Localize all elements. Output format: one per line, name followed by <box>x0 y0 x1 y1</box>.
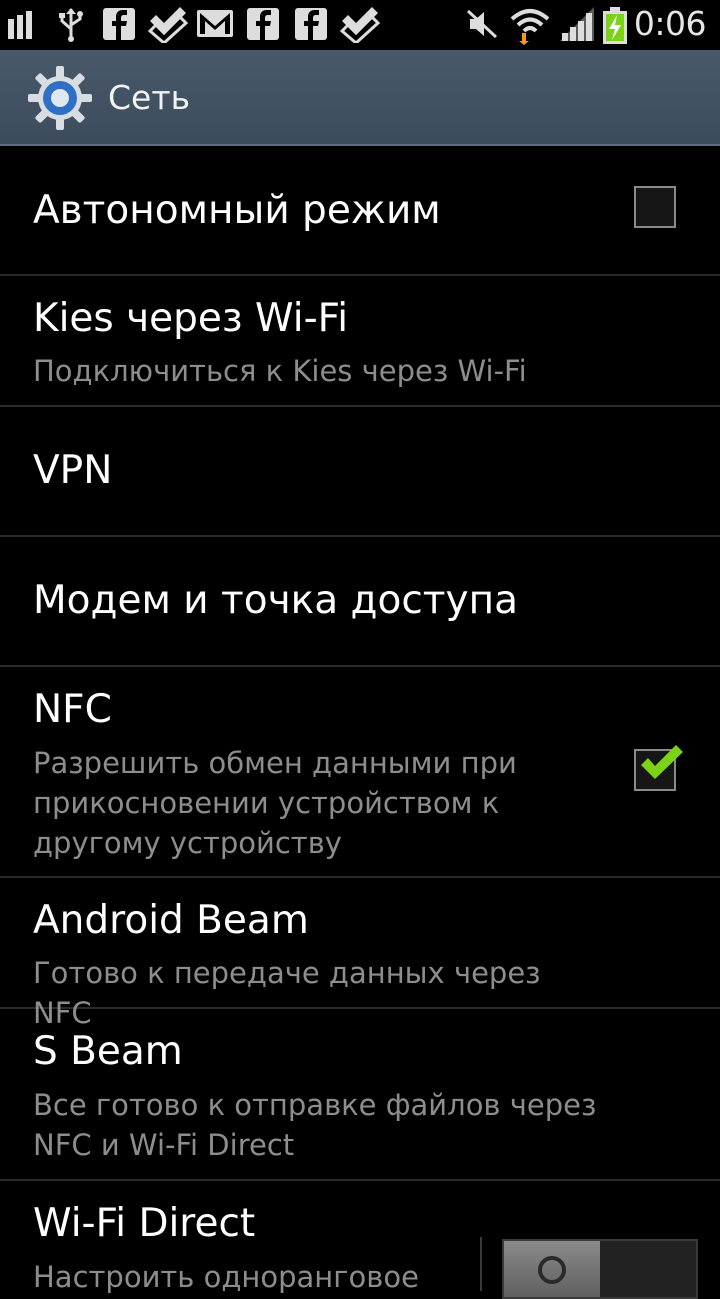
nfc-title: NFC <box>33 687 112 732</box>
facebook-icon <box>247 8 279 40</box>
tethering-item[interactable]: Модем и точка доступа <box>0 537 720 667</box>
android-beam-title: Android Beam <box>33 898 309 943</box>
wifi-icon <box>510 9 550 45</box>
wifi-direct-title: Wi-Fi Direct <box>33 1201 256 1246</box>
action-bar: Сеть <box>0 50 720 146</box>
kies-wifi-title: Kies через Wi-Fi <box>33 296 349 341</box>
tethering-title: Модем и точка доступа <box>33 578 518 623</box>
signal-bars-icon <box>8 11 32 39</box>
facebook-icon <box>295 8 327 40</box>
wifi-direct-toggle[interactable] <box>502 1239 698 1299</box>
check-notification-icon <box>148 7 188 43</box>
divider-vertical <box>480 1237 482 1291</box>
cell-signal-icon <box>560 7 594 41</box>
nfc-summary: Разрешить обмен данными при прикосновени… <box>33 746 517 860</box>
checkmark-icon <box>641 745 683 779</box>
nfc-item[interactable]: NFC Разрешить обмен данными при прикосно… <box>0 667 720 878</box>
vpn-item[interactable]: VPN <box>0 407 720 537</box>
s-beam-summary: Все готово к отправке файлов через NFC и… <box>33 1088 597 1162</box>
settings-gear-icon[interactable] <box>26 64 94 132</box>
power-circle-icon <box>538 1256 566 1284</box>
airplane-mode-item[interactable]: Автономный режим <box>0 146 720 276</box>
nfc-checkbox[interactable] <box>634 745 683 791</box>
status-bar: 0:06 <box>0 0 720 50</box>
gmail-icon <box>197 10 233 37</box>
vpn-title: VPN <box>33 448 113 493</box>
facebook-icon <box>103 8 135 40</box>
usb-icon <box>59 8 83 42</box>
airplane-mode-checkbox[interactable] <box>634 186 676 228</box>
check-notification-icon <box>340 7 380 43</box>
s-beam-title: S Beam <box>33 1029 183 1074</box>
airplane-mode-title: Автономный режим <box>33 188 441 233</box>
s-beam-item[interactable]: S Beam Все готово к отправке файлов чере… <box>0 1009 720 1181</box>
settings-list: Автономный режим Kies через Wi-Fi Подклю… <box>0 146 720 1299</box>
battery-charging-icon <box>603 7 627 44</box>
status-time: 0:06 <box>633 4 707 43</box>
page-title: Сеть <box>108 78 191 117</box>
toggle-knob[interactable] <box>504 1241 600 1297</box>
kies-wifi-summary: Подключиться к Kies через Wi-Fi <box>33 354 527 388</box>
mute-icon <box>466 9 498 39</box>
kies-wifi-item[interactable]: Kies через Wi-Fi Подключиться к Kies чер… <box>0 276 720 407</box>
wifi-direct-item[interactable]: Wi-Fi Direct Настроить одноранговое <box>0 1181 720 1299</box>
android-beam-item[interactable]: Android Beam Готово к передаче данных че… <box>0 878 720 1030</box>
